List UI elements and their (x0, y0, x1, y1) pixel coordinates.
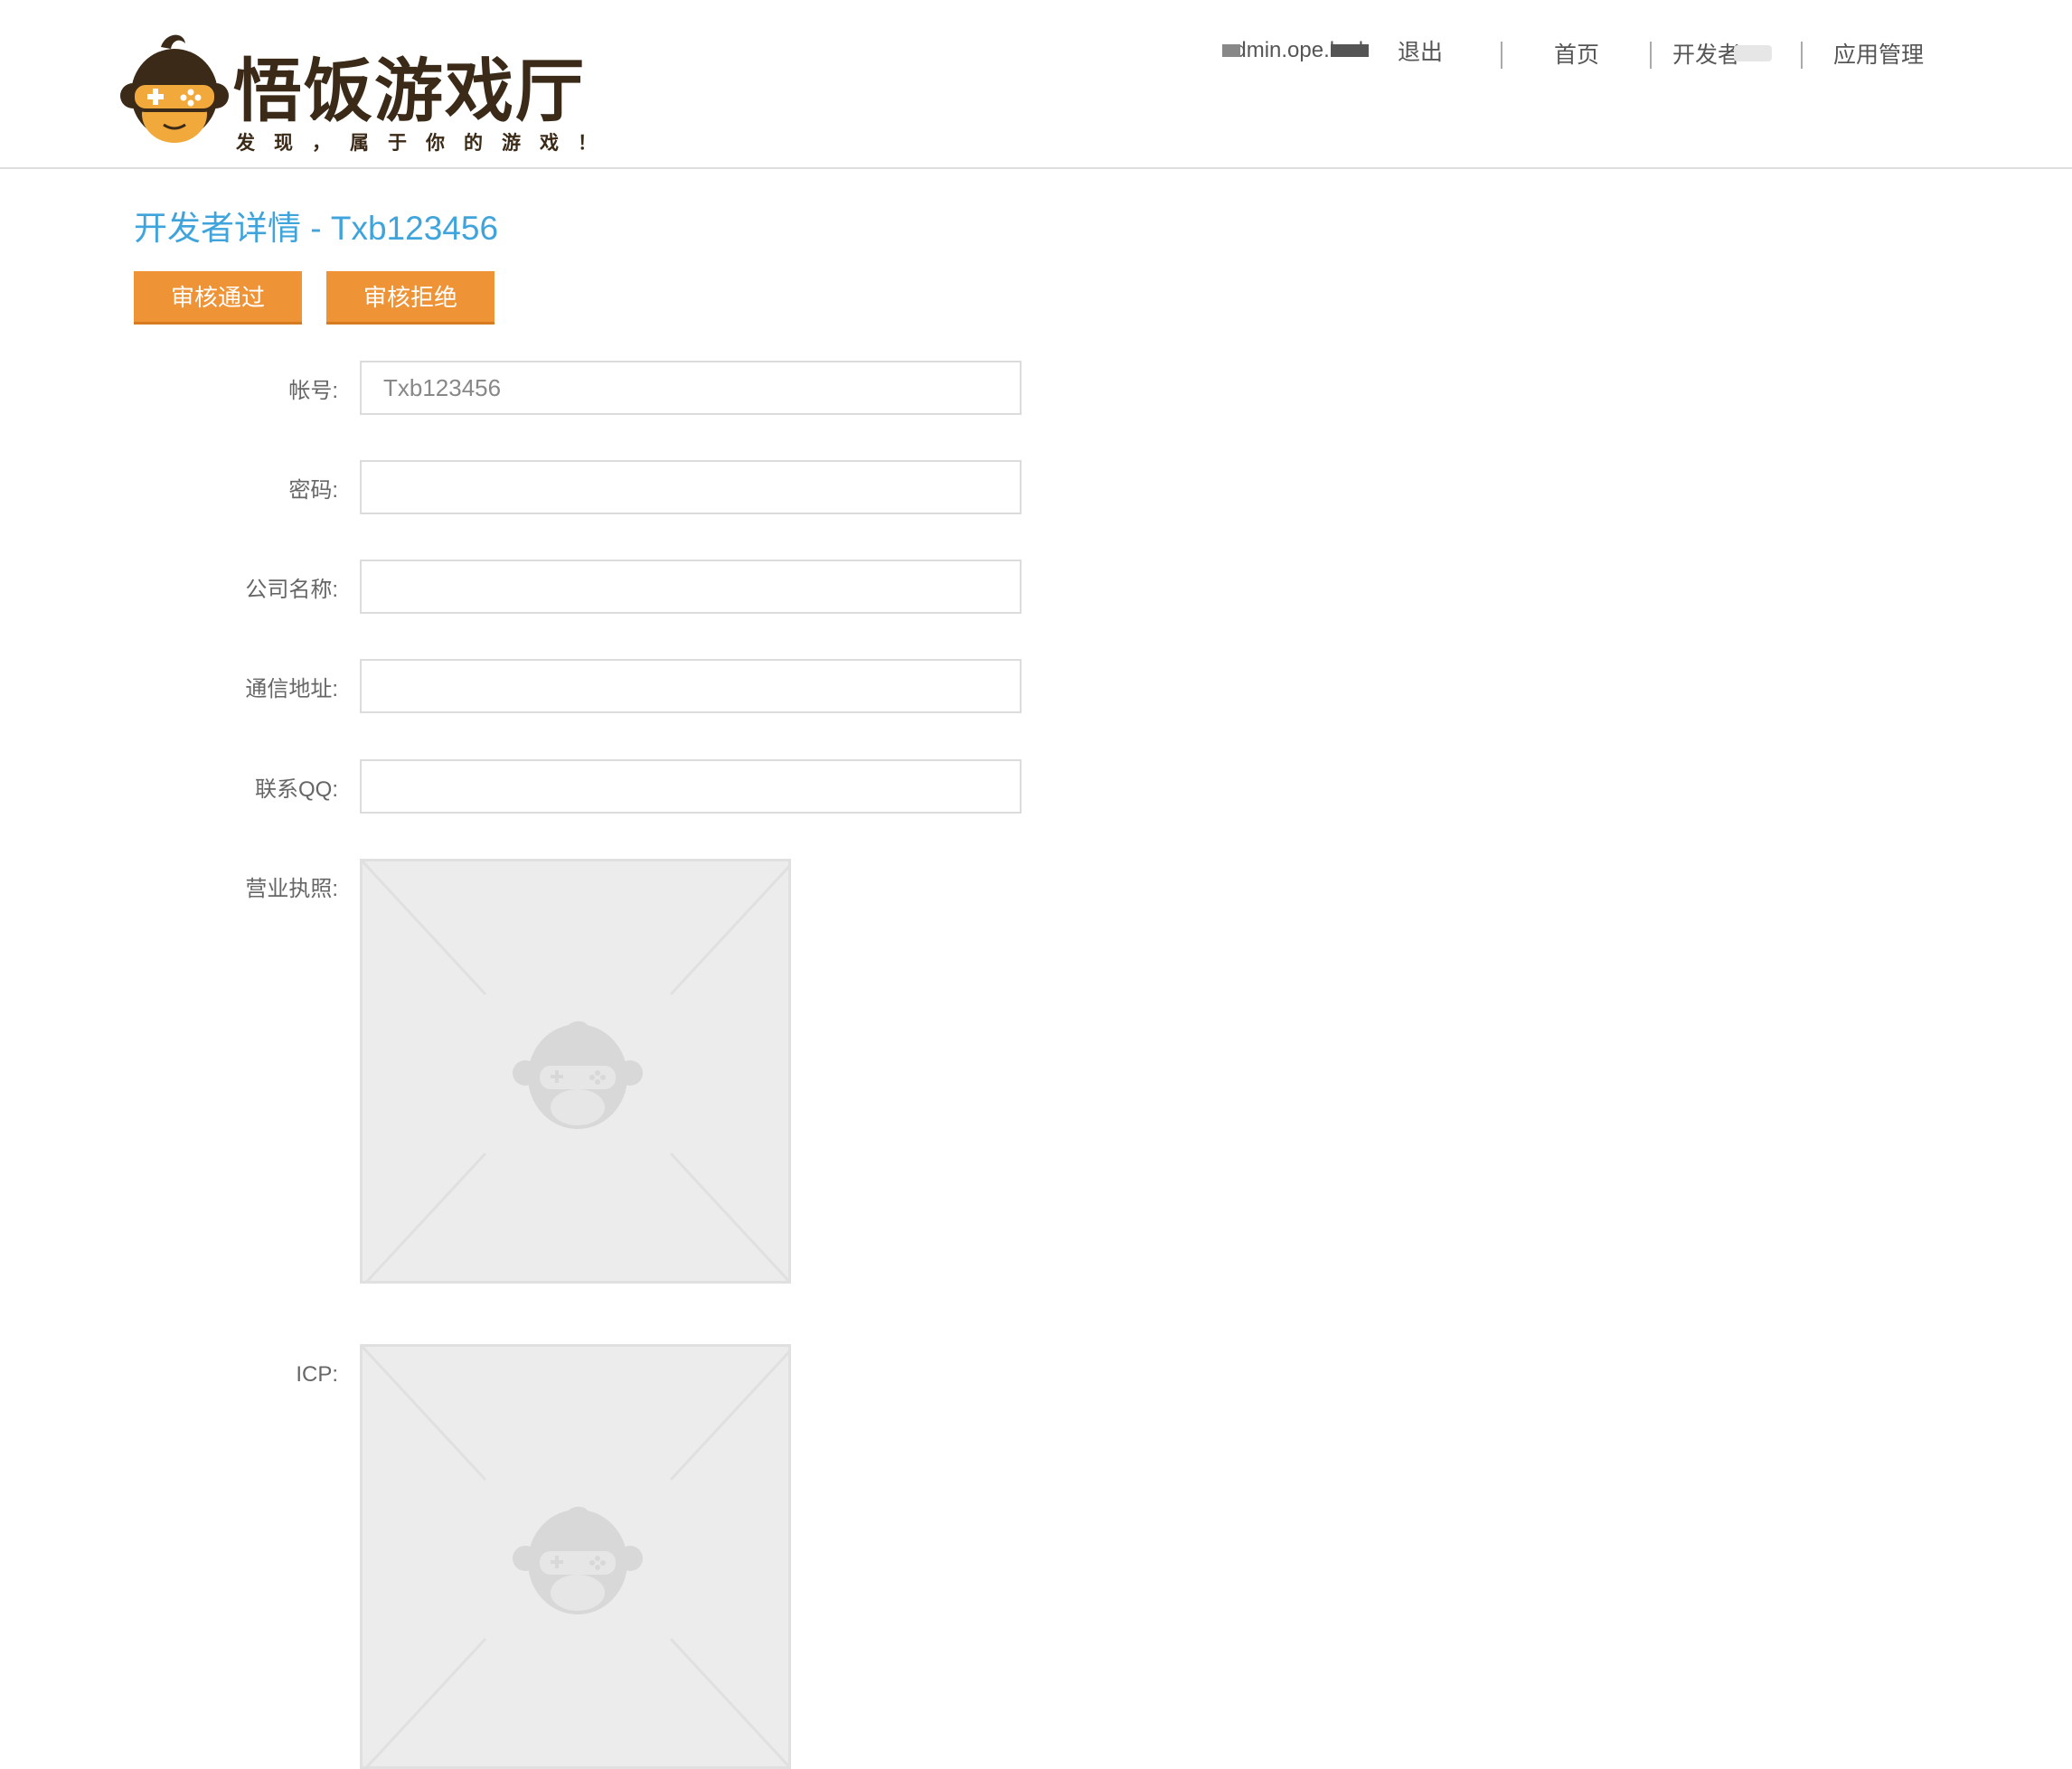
approve-button[interactable]: 审核通过 (134, 271, 302, 325)
qq-label: 联系QQ: (254, 777, 338, 802)
icp-image[interactable] (360, 1344, 791, 1769)
nav-divider (1501, 42, 1502, 69)
password-field[interactable] (360, 460, 1022, 514)
account-field[interactable] (360, 361, 1022, 415)
image-placeholder-icon (363, 1347, 788, 1766)
nav-item-app-management[interactable]: 应用管理 (1833, 40, 1924, 71)
redaction-mask (1734, 45, 1772, 61)
account-label: 帐号: (288, 379, 338, 403)
qq-field[interactable] (360, 759, 1022, 814)
nav-divider (1801, 42, 1803, 69)
business-license-image[interactable] (360, 859, 791, 1284)
password-label: 密码: (288, 478, 338, 503)
site-logo[interactable]: 悟饭游戏厅 发现，属于你的游戏！ (120, 31, 608, 157)
business-license-label: 营业执照: (245, 877, 338, 901)
image-placeholder-icon (363, 861, 788, 1281)
reject-button[interactable]: 审核拒绝 (326, 271, 494, 325)
company-name-field[interactable] (360, 560, 1022, 614)
company-name-label: 公司名称: (245, 578, 338, 602)
icp-label: ICP: (296, 1362, 338, 1387)
site-header: 悟饭游戏厅 发现，属于你的游戏！ admin.ope.leak 退出 首页 开发… (0, 0, 2072, 169)
logo-title: 悟饭游戏厅 (233, 51, 586, 131)
nav-item-developer[interactable]: 开发者 (1672, 40, 1740, 71)
logout-link[interactable]: 退出 (1398, 34, 1443, 67)
nav-item-home[interactable]: 首页 (1554, 40, 1599, 71)
address-label: 通信地址: (245, 677, 338, 701)
redaction-mask (1331, 44, 1369, 57)
redaction-mask (1222, 44, 1240, 57)
address-field[interactable] (360, 659, 1022, 713)
logo-slogan: 发现，属于你的游戏！ (236, 132, 616, 154)
monkey-logo-icon (120, 34, 229, 143)
page-title: 开发者详情 - Txb123456 (134, 210, 499, 247)
nav-divider (1650, 42, 1652, 69)
username: admin.ope.leak (1222, 38, 1369, 62)
